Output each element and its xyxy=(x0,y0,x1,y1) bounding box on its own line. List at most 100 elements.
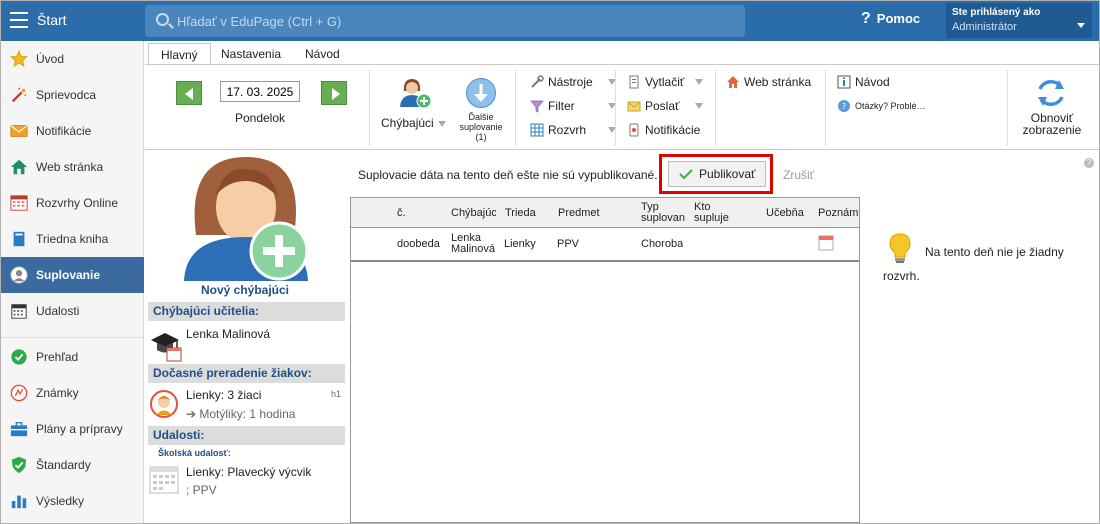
notifications-button[interactable]: Notifikácie xyxy=(627,121,700,139)
tab-hlavny[interactable]: Hlavný xyxy=(148,43,211,65)
person-icon xyxy=(10,266,28,284)
refresh-icon xyxy=(1038,79,1064,107)
note-calendar-icon[interactable] xyxy=(818,235,834,251)
info-book-icon xyxy=(837,75,851,89)
grid-table-icon xyxy=(530,123,544,137)
ribbon-divider xyxy=(1007,70,1008,146)
period-tag: h1 xyxy=(331,389,342,399)
new-absent-avatar-icon[interactable] xyxy=(184,155,310,281)
refresh-view-button[interactable]: Obnoviť zobrazenie xyxy=(1017,75,1087,147)
ribbon-toolbar: Pondelok Chýbajúci Ďalšie suplovanie (1)… xyxy=(145,64,1099,150)
publish-button[interactable]: Publikovať xyxy=(668,161,766,187)
caret-down-icon xyxy=(437,120,446,127)
col-header-class[interactable]: Trieda xyxy=(505,208,536,219)
send-menu[interactable]: Poslať xyxy=(627,97,703,115)
col-header-absent[interactable]: Chýbajúci xyxy=(451,208,496,219)
tools-menu[interactable]: Nástroje xyxy=(530,73,616,91)
question-mark-icon: ? xyxy=(861,10,871,27)
sidebar-item-triedna-kniha[interactable]: Triedna kniha xyxy=(1,221,144,257)
unpublished-notice: Suplovacie dáta na tento deň ešte nie sú… xyxy=(358,168,658,182)
col-header-room[interactable]: Učebňa xyxy=(766,208,804,219)
reassign-target: ➔ Motýliky: 1 hodina xyxy=(186,407,296,421)
check-circle-icon xyxy=(11,349,27,365)
col-header-substitute[interactable]: Kto supluje xyxy=(694,202,729,224)
refresh-label-line2: zobrazenie xyxy=(1022,123,1082,137)
cancel-link[interactable]: Zrušiť xyxy=(783,168,814,182)
cell-subject: PPV xyxy=(557,239,580,250)
start-button[interactable]: Štart xyxy=(37,12,67,28)
calendar-grid-icon xyxy=(149,466,179,494)
search-input[interactable] xyxy=(177,10,727,32)
sidebar-item-vysledky[interactable]: Výsledky xyxy=(1,483,144,519)
absent-teacher-name[interactable]: Lenka Malinová xyxy=(186,327,270,341)
bar-chart-icon xyxy=(11,495,27,509)
next-day-button[interactable] xyxy=(321,81,347,105)
sidebar-item-rozvrhy-online[interactable]: Rozvrhy Online xyxy=(1,185,144,221)
col-header-note[interactable]: Poznám xyxy=(818,208,858,219)
no-timetable-message: Na tento deň nie je žiadny rozvrh. xyxy=(883,245,1064,283)
previous-day-button[interactable] xyxy=(176,81,202,105)
events-header: Udalosti: xyxy=(148,426,345,445)
date-input[interactable] xyxy=(220,81,300,102)
reassign-class-count[interactable]: Lienky: 3 žiaci xyxy=(186,388,261,402)
arrow-left-icon xyxy=(185,88,193,100)
book-icon xyxy=(13,231,25,247)
hamburger-menu-icon[interactable] xyxy=(10,12,28,28)
star-icon xyxy=(10,50,28,67)
graduation-cap-icon xyxy=(151,333,182,362)
top-bar: Štart ?Pomoc Ste prihlásený ako Administ… xyxy=(1,1,1099,41)
table-row[interactable]: doobeda Lenka Malinová Lienky PPV Chorob… xyxy=(351,228,859,262)
help-button[interactable]: ? Pomoc xyxy=(861,10,920,28)
sidebar-item-sprievodca[interactable]: Sprievodca xyxy=(1,77,144,113)
sidebar-item-web-stranka[interactable]: Web stránka xyxy=(1,149,144,185)
arrow-right-icon xyxy=(332,88,340,100)
ribbon-divider xyxy=(515,70,516,146)
questions-button[interactable]: ? Otázky? Problé… xyxy=(837,97,926,115)
day-name: Pondelok xyxy=(234,111,286,125)
manual-button[interactable]: Návod xyxy=(837,73,890,91)
sidebar: Úvod Sprievodca Notifikácie Web stránka … xyxy=(1,41,144,523)
timetable-icon xyxy=(10,195,28,211)
calendar-icon xyxy=(11,304,27,319)
shield-check-icon xyxy=(11,456,27,474)
print-icon xyxy=(629,75,639,89)
next-substitution-line1: Ďalšie xyxy=(468,112,494,122)
user-role: Administrátor xyxy=(952,21,1017,33)
question-circle-icon: ? xyxy=(838,100,850,112)
sidebar-item-prehlad[interactable]: Prehľad xyxy=(1,339,144,375)
sidebar-item-uvod[interactable]: Úvod xyxy=(1,41,144,77)
checkmark-icon xyxy=(679,169,693,179)
col-header-number[interactable]: č. xyxy=(397,208,406,219)
website-button[interactable]: Web stránka xyxy=(726,73,811,91)
cell-time: doobeda xyxy=(397,239,440,250)
search-box[interactable] xyxy=(145,5,745,37)
col-header-subject[interactable]: Predmet xyxy=(558,208,600,219)
sidebar-item-plany-a-pripravy[interactable]: Plány a prípravy xyxy=(1,411,144,447)
event-type-label: Školská udalosť: xyxy=(158,448,231,458)
user-account-menu[interactable]: Ste prihlásený ako Administrátor xyxy=(946,3,1092,38)
cell-class: Lienky xyxy=(504,239,536,250)
help-question-icon[interactable]: ? xyxy=(1084,158,1094,168)
print-menu[interactable]: Vytlačiť xyxy=(627,73,703,91)
sidebar-item-suplovanie[interactable]: Suplovanie xyxy=(1,257,144,293)
next-substitution-button[interactable]: Ďalšie suplovanie (1) xyxy=(457,75,505,149)
sidebar-item-udalosti[interactable]: Udalosti xyxy=(1,293,144,329)
funnel-icon xyxy=(530,100,544,113)
grid-header: č. Chýbajúci Trieda Predmet Typ suplovan… xyxy=(351,198,859,228)
substitution-grid: č. Chýbajúci Trieda Predmet Typ suplovan… xyxy=(350,197,860,523)
timetable-menu[interactable]: Rozvrh xyxy=(530,121,616,139)
event-description[interactable]: Lienky: Plavecký výcvik xyxy=(186,465,311,479)
col-header-type[interactable]: Typ suplovan xyxy=(641,202,687,224)
filter-menu[interactable]: Filter xyxy=(530,97,616,115)
absent-button[interactable]: Chýbajúci xyxy=(381,75,453,141)
tab-navod[interactable]: Návod xyxy=(293,43,352,65)
student-reassignment-header: Dočasné preradenie žiakov: xyxy=(148,364,345,383)
sidebar-item-notifikacie[interactable]: Notifikácie xyxy=(1,113,144,149)
briefcase-icon xyxy=(10,422,28,437)
event-subject: ; PPV xyxy=(186,483,217,497)
new-absent-link[interactable]: Nový chýbajúci xyxy=(187,283,303,297)
chevron-down-icon xyxy=(1077,23,1085,28)
sidebar-item-standardy[interactable]: Štandardy xyxy=(1,447,144,483)
tab-nastavenia[interactable]: Nastavenia xyxy=(209,43,293,65)
sidebar-item-znamky[interactable]: Známky xyxy=(1,375,144,411)
